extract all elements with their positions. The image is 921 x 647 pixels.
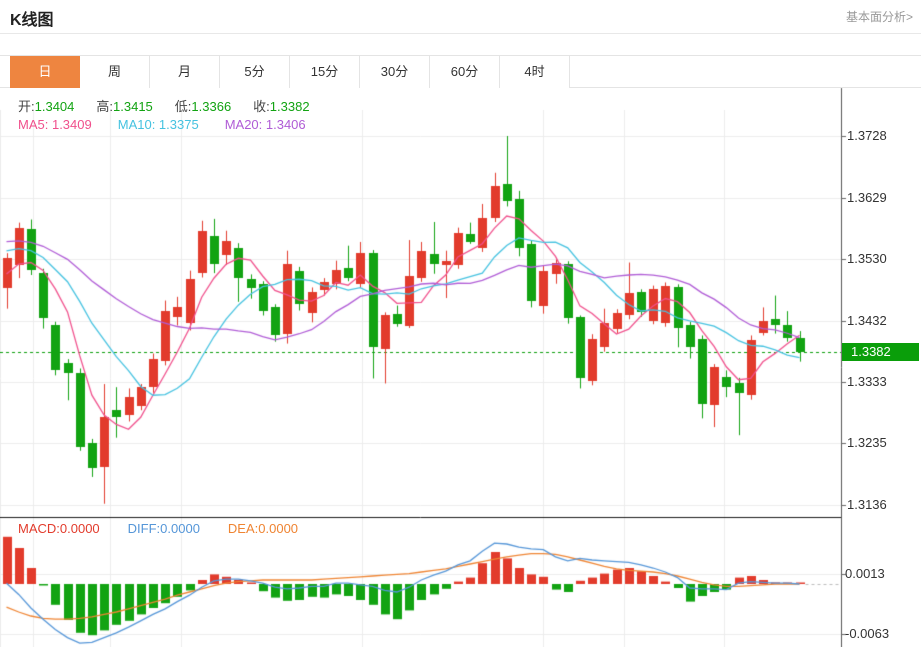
- kline-widget: K线图 基本面分析> 日周月5分15分30分60分4时 开:1.3404高:1.…: [0, 0, 921, 647]
- ohlc-readout: 开:1.3404 高:1.3415 低:1.3366 收:1.3382: [18, 96, 332, 115]
- tab-period-3[interactable]: 5分: [220, 56, 290, 88]
- ohlc-1-label: 高:: [96, 99, 113, 114]
- ohlc-1: 高:1.3415: [96, 99, 152, 114]
- ohlc-3: 收:1.3382: [253, 99, 309, 114]
- ma-2-label: MA20:: [225, 117, 266, 132]
- macd-readout-2-value: 0.0000: [258, 521, 298, 536]
- macd-readout-1-value: 0.0000: [160, 521, 200, 536]
- ma-readout: MA5: 1.3409 MA10: 1.3375 MA20: 1.3406: [18, 117, 332, 132]
- price-axis-label-3: 1.3432: [847, 313, 887, 329]
- tab-period-1[interactable]: 周: [80, 56, 150, 88]
- ma-1-value: 1.3375: [159, 117, 199, 132]
- ohlc-0-label: 开:: [18, 99, 35, 114]
- macd-readout-2: DEA:0.0000: [228, 521, 298, 536]
- tab-period-6[interactable]: 60分: [430, 56, 500, 88]
- fundamental-analysis-link[interactable]: 基本面分析>: [846, 8, 913, 25]
- macd-axis-label-0: 0.0013: [845, 566, 885, 582]
- ma-1: MA10: 1.3375: [118, 117, 199, 132]
- ohlc-0-value: 1.3404: [35, 99, 75, 114]
- macd-readout-2-label: DEA:: [228, 521, 258, 536]
- ohlc-0: 开:1.3404: [18, 99, 74, 114]
- macd-readout: MACD:0.0000DIFF:0.0000DEA:0.0000: [18, 521, 326, 536]
- ohlc-3-label: 收:: [253, 99, 270, 114]
- ma-0-label: MA5:: [18, 117, 52, 132]
- price-axis-label-0: 1.3728: [847, 128, 887, 144]
- tab-period-4[interactable]: 15分: [290, 56, 360, 88]
- ohlc-2-label: 低:: [175, 99, 192, 114]
- price-axis-label-5: 1.3235: [847, 435, 887, 451]
- macd-readout-1: DIFF:0.0000: [128, 521, 200, 536]
- price-axis-label-4: 1.3333: [847, 374, 887, 390]
- ma-0: MA5: 1.3409: [18, 117, 92, 132]
- ma-0-value: 1.3409: [52, 117, 92, 132]
- tab-period-0[interactable]: 日: [10, 56, 80, 88]
- page-title: K线图: [10, 6, 54, 30]
- last-price-badge: 1.3382: [842, 343, 919, 361]
- ma-2-value: 1.3406: [266, 117, 306, 132]
- ma-1-label: MA10:: [118, 117, 159, 132]
- price-axis-label-1: 1.3629: [847, 190, 887, 206]
- ohlc-3-value: 1.3382: [270, 99, 310, 114]
- price-axis-label-6: 1.3136: [847, 497, 887, 513]
- price-axis-label-2: 1.3530: [847, 251, 887, 267]
- ohlc-2-value: 1.3366: [191, 99, 231, 114]
- period-tab-bar: 日周月5分15分30分60分4时: [0, 55, 921, 88]
- ma-2: MA20: 1.3406: [225, 117, 306, 132]
- tab-period-2[interactable]: 月: [150, 56, 220, 88]
- tab-period-7[interactable]: 4时: [500, 56, 570, 88]
- macd-axis-label-1: -0.0063: [845, 626, 889, 642]
- tab-period-5[interactable]: 30分: [360, 56, 430, 88]
- macd-readout-1-label: DIFF:: [128, 521, 161, 536]
- macd-readout-0: MACD:0.0000: [18, 521, 100, 536]
- ohlc-2: 低:1.3366: [175, 99, 231, 114]
- macd-readout-0-label: MACD:: [18, 521, 60, 536]
- header-divider: [0, 33, 921, 34]
- ohlc-1-value: 1.3415: [113, 99, 153, 114]
- macd-readout-0-value: 0.0000: [60, 521, 100, 536]
